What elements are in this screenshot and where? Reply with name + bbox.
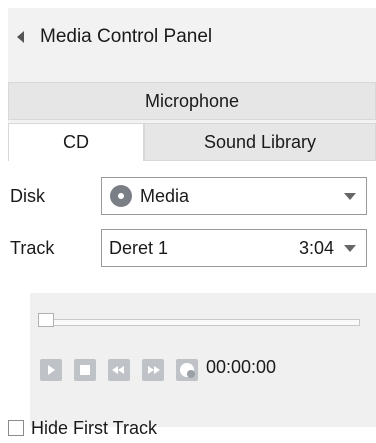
media-control-panel: Media Control Panel Microphone CD Sound … [8,8,376,439]
chevron-down-icon [344,193,356,200]
disk-select[interactable]: Media [101,177,367,215]
seek-thumb[interactable] [38,313,54,327]
panel-header[interactable]: Media Control Panel [8,8,376,66]
disk-label: Disk [10,185,45,206]
record-icon[interactable] [176,359,198,381]
disk-row: Disk Media [8,175,376,217]
timecode: 00:00:00 [206,357,277,377]
play-icon[interactable] [40,359,62,381]
tab-sound-library[interactable]: Sound Library [144,123,376,161]
tab-microphone[interactable]: Microphone [8,82,376,120]
track-select-duration: 3:04 [298,237,334,258]
player-controls: 00:00:00 [30,293,376,427]
hide-first-track-label: Hide First Track [31,417,158,438]
tab-microphone-label: Microphone [144,90,240,111]
track-select[interactable]: Deret 1 3:04 [101,229,367,267]
hide-first-track-checkbox[interactable] [8,420,24,436]
panel-title: Media Control Panel [40,26,213,47]
disc-icon [110,185,132,207]
stop-icon[interactable] [74,359,96,381]
tab-cd-label: CD [63,132,89,152]
fast-forward-icon[interactable] [142,359,164,381]
track-row: Track Deret 1 3:04 [8,227,376,269]
track-select-name: Deret 1 [109,237,169,258]
collapse-arrow-icon[interactable] [17,31,24,43]
chevron-down-icon [344,245,356,252]
top-tab-row: Microphone [8,82,376,120]
tab-sound-library-label: Sound Library [203,131,317,152]
track-label: Track [10,237,55,258]
tab-cd[interactable]: CD [8,123,144,161]
disk-select-value: Media [140,185,190,206]
seek-bar[interactable] [40,319,360,326]
rewind-icon[interactable] [108,359,130,381]
bottom-tab-row: CD Sound Library [8,123,376,161]
cd-tab-content: Disk Media Track Deret 1 3:04 00:00:00 H… [8,161,376,439]
